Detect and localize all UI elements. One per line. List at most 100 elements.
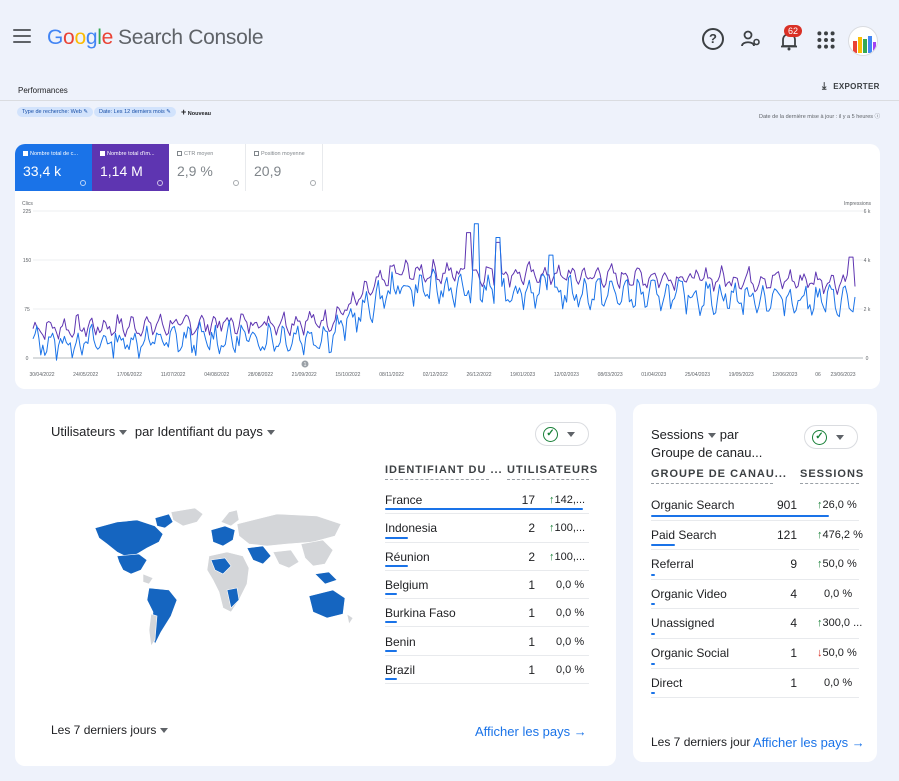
add-filter-button[interactable]: + Nouveau (176, 107, 216, 117)
checkbox-icon (177, 151, 182, 157)
row-label: Brazil (385, 662, 416, 677)
metric-value: 1,14 M (100, 163, 143, 179)
help-icon[interactable] (80, 180, 86, 186)
x-tick-label: 04/08/2022 (204, 372, 229, 378)
column-header-sessions[interactable]: SESSIONS (800, 468, 863, 484)
table-row[interactable]: Referral 9 ↑50,0 % (651, 550, 859, 580)
row-value-bar (385, 649, 397, 652)
export-button[interactable]: ⤓ EXPORTER (822, 81, 880, 92)
x-tick-label: 26/12/2022 (466, 372, 491, 378)
x-tick-label: 23/06/2023 (830, 372, 855, 378)
table-row[interactable]: Paid Search 121 ↑476,2 % (651, 521, 863, 551)
card-title[interactable]: Sessions par Groupe de canau... (651, 426, 801, 462)
map-region-with-users[interactable] (308, 589, 346, 619)
row-value: 2 (528, 549, 535, 564)
notifications-badge: 62 (784, 25, 803, 37)
account-avatar[interactable] (848, 26, 878, 56)
column-header-users[interactable]: UTILISATEURS (507, 464, 597, 480)
dropdown-caret-icon (160, 728, 169, 734)
search-console-logo[interactable]: Google Search Console (47, 26, 264, 50)
google-wordmark: Google (47, 26, 113, 49)
map-region-with-users[interactable] (246, 545, 272, 565)
row-change: ↑100,... (549, 522, 586, 535)
map-region-with-users[interactable] (314, 571, 338, 585)
x-tick-label: 19/05/2023 (729, 372, 754, 378)
view-countries-link[interactable]: Afficher les pays → (475, 724, 587, 739)
menu-icon[interactable] (13, 29, 31, 43)
table-row[interactable]: Burkina Faso 1 0,0 % (385, 599, 589, 628)
table-row[interactable]: Brazil 1 0,0 % (385, 656, 589, 685)
table-row[interactable]: Unassigned 4 ↑300,0 ... (651, 609, 862, 639)
row-value-bar (651, 573, 655, 576)
row-label: Organic Search (651, 498, 735, 512)
performance-chart[interactable]: Clics Impressions 225 6 k 150 4 k 75 2 k 0 0 30/04… (15, 196, 880, 384)
help-icon[interactable] (157, 180, 163, 186)
apps-grid-icon[interactable] (815, 29, 837, 51)
row-value: 2 (528, 521, 535, 536)
x-tick-label: 30/04/2022 (29, 372, 54, 378)
y-tick-label-left: 150 (23, 258, 32, 264)
status-check-dropdown[interactable]: ✓ (804, 425, 858, 449)
world-map[interactable] (77, 504, 367, 664)
performance-toolbar: Performances ⤓ EXPORTER Type de recherch… (0, 76, 899, 136)
row-value: 1 (528, 577, 535, 592)
map-region[interactable] (346, 613, 354, 625)
row-change: 0,0 % (824, 676, 853, 689)
dropdown-caret-icon[interactable] (119, 430, 128, 436)
status-check-dropdown[interactable]: ✓ (535, 422, 589, 446)
help-icon[interactable] (310, 180, 316, 186)
account-logo-icon (853, 36, 876, 53)
checkbox-icon (100, 151, 105, 157)
x-tick-label: 12/02/2023 (554, 372, 579, 378)
row-value-bar (385, 678, 397, 681)
row-label: Organic Video (651, 586, 727, 601)
row-change: 0,0 % (556, 635, 585, 648)
x-tick-label: 06 (815, 372, 821, 378)
map-region[interactable] (236, 513, 342, 547)
dropdown-caret-icon[interactable] (707, 433, 716, 439)
filter-chip-search-type[interactable]: Type de recherche: Web ✎ (17, 107, 93, 117)
row-change: 0,0 % (556, 663, 585, 676)
card-title[interactable]: Utilisateurs par Identifiant du pays (51, 424, 279, 439)
metric-total-impressions[interactable]: Nombre total d'im... 1,14 M (92, 144, 169, 191)
help-icon[interactable]: ? (702, 28, 724, 50)
table-row[interactable]: Organic Search 901 ↑26,0 % (651, 491, 859, 521)
table-row[interactable]: Benin 1 0,0 % (385, 628, 589, 656)
x-tick-label: 08/03/2023 (598, 372, 623, 378)
table-row[interactable]: Organic Social 1 ↓50,0 % (651, 639, 859, 669)
map-region-with-users[interactable] (154, 513, 174, 529)
x-tick-label: 19/01/2023 (510, 372, 535, 378)
map-region[interactable] (170, 507, 204, 527)
map-region[interactable] (272, 549, 300, 569)
annotation-marker-label: 1 (304, 362, 307, 368)
column-header-country[interactable]: IDENTIFIANT DU ... (385, 464, 502, 480)
product-name: Search Console (117, 26, 264, 49)
table-row[interactable]: Organic Video 4 0,0 % (651, 580, 859, 610)
metric-average-position[interactable]: Position moyenne 20,9 (246, 144, 323, 191)
view-countries-link[interactable]: Afficher les pays → (753, 735, 865, 750)
help-icon[interactable] (233, 180, 239, 186)
table-row[interactable]: Indonesia 2 ↑100,... (385, 514, 589, 543)
map-region-with-users[interactable] (116, 553, 148, 575)
row-value-bar (651, 692, 655, 695)
row-value: 17 (521, 493, 535, 507)
date-range-selector[interactable]: Les 7 derniers jours (51, 723, 172, 737)
manage-users-icon[interactable] (740, 28, 762, 50)
checkbox-icon (23, 151, 28, 157)
map-region[interactable] (220, 509, 240, 527)
table-row[interactable]: Belgium 1 0,0 % (385, 571, 589, 600)
dropdown-caret-icon[interactable] (266, 430, 275, 436)
map-region-with-users[interactable] (210, 525, 236, 547)
metric-value: 20,9 (254, 163, 282, 179)
column-header-channel-group[interactable]: GROUPE DE CANAU... (651, 468, 786, 484)
table-row[interactable]: Réunion 2 ↑100,... (385, 543, 589, 571)
metric-average-ctr[interactable]: CTR moyen 2,9 % (169, 144, 246, 191)
map-region[interactable] (142, 573, 154, 585)
table-row[interactable]: France 17 ↑142,... (385, 486, 589, 515)
map-region-with-users[interactable] (94, 519, 164, 557)
filter-chip-date[interactable]: Date: Les 12 derniers mois ✎ (94, 107, 176, 117)
row-value-bar (651, 514, 829, 517)
table-row[interactable]: Direct 1 0,0 % (651, 669, 859, 699)
metric-total-clicks[interactable]: Nombre total de c... 33,4 k (15, 144, 92, 191)
map-region[interactable] (300, 539, 334, 567)
